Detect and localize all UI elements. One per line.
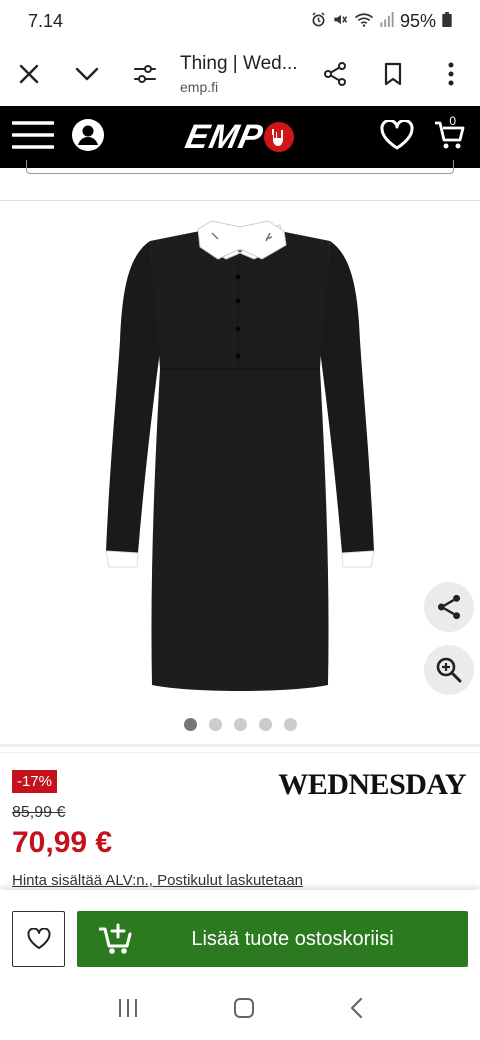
rock-hand-icon	[264, 122, 295, 152]
zoom-button[interactable]	[424, 645, 474, 695]
wishlist-header-button[interactable]	[380, 118, 414, 155]
gallery-dot[interactable]	[183, 718, 197, 731]
back-button[interactable]	[349, 997, 363, 1024]
browser-share-button[interactable]	[306, 42, 364, 106]
status-time: 7.14	[28, 10, 64, 31]
page-domain: emp.fi	[180, 79, 219, 95]
page-title: Thing | Wed...	[180, 53, 298, 74]
signal-icon	[380, 11, 394, 32]
back-icon	[350, 997, 363, 1018]
account-button[interactable]	[72, 118, 104, 156]
site-settings-button[interactable]	[116, 42, 174, 106]
account-icon	[72, 118, 104, 151]
search-bar[interactable]	[26, 160, 454, 174]
minimize-button[interactable]	[58, 42, 116, 106]
alarm-icon	[311, 11, 326, 32]
brand-logo[interactable]: WEDNESDAY	[278, 768, 466, 802]
old-price: 85,99 €	[12, 804, 66, 821]
divider	[0, 744, 480, 747]
wifi-icon	[354, 11, 374, 32]
battery-level: 95%	[399, 10, 436, 31]
home-icon	[234, 997, 254, 1018]
more-options-button[interactable]	[422, 42, 480, 106]
discount-badge: -17%	[12, 770, 58, 793]
gallery-dot[interactable]	[233, 718, 247, 731]
share-icon	[437, 594, 461, 620]
bookmark-icon	[384, 62, 402, 86]
home-button[interactable]	[233, 997, 255, 1024]
status-icons: 95%	[311, 11, 452, 32]
logo-text: EMP	[181, 117, 267, 156]
mute-icon	[332, 11, 348, 32]
battery-icon	[442, 11, 452, 32]
vat-shipping-link[interactable]: Hinta sisältää ALV:n., Postikulut laskut…	[12, 872, 303, 889]
divider	[0, 752, 480, 753]
emp-logo[interactable]: EMP	[140, 118, 340, 157]
recents-icon	[119, 998, 137, 1017]
recents-button[interactable]	[117, 998, 139, 1023]
close-tab-button[interactable]	[0, 42, 58, 106]
heart-outline-icon	[26, 928, 51, 949]
menu-button[interactable]	[11, 120, 55, 155]
add-to-cart-icon	[99, 923, 132, 954]
gallery-dots	[0, 718, 480, 731]
chevron-down-icon	[75, 67, 99, 81]
tune-icon	[134, 65, 156, 83]
site-header: EMP 0	[0, 106, 480, 168]
bookmark-button[interactable]	[364, 42, 422, 106]
add-to-wishlist-button[interactable]	[12, 911, 65, 967]
browser-toolbar: Thing | Wed... emp.fi	[0, 42, 480, 106]
add-to-cart-label: Lisää tuote ostoskoriisi	[191, 927, 394, 950]
menu-icon	[11, 120, 55, 149]
sticky-action-bar: Lisää tuote ostoskoriisi	[0, 890, 480, 980]
status-bar: 7.14 95%	[0, 0, 480, 42]
share-icon	[324, 62, 346, 86]
close-icon	[19, 64, 39, 84]
browser-title-area[interactable]: Thing | Wed... emp.fi	[174, 53, 306, 95]
more-vert-icon	[448, 62, 454, 86]
zoom-in-icon	[436, 657, 462, 683]
android-nav-bar	[0, 980, 480, 1040]
product-image[interactable]	[0, 201, 480, 701]
heart-icon	[380, 118, 414, 149]
gallery-dot[interactable]	[283, 718, 297, 731]
gallery-dot[interactable]	[258, 718, 272, 731]
add-to-cart-button[interactable]: Lisää tuote ostoskoriisi	[77, 911, 468, 967]
gallery-share-button[interactable]	[424, 582, 474, 632]
current-price: 70,99 €	[12, 826, 113, 859]
gallery-dot[interactable]	[208, 718, 222, 731]
cart-count: 0	[449, 114, 456, 128]
